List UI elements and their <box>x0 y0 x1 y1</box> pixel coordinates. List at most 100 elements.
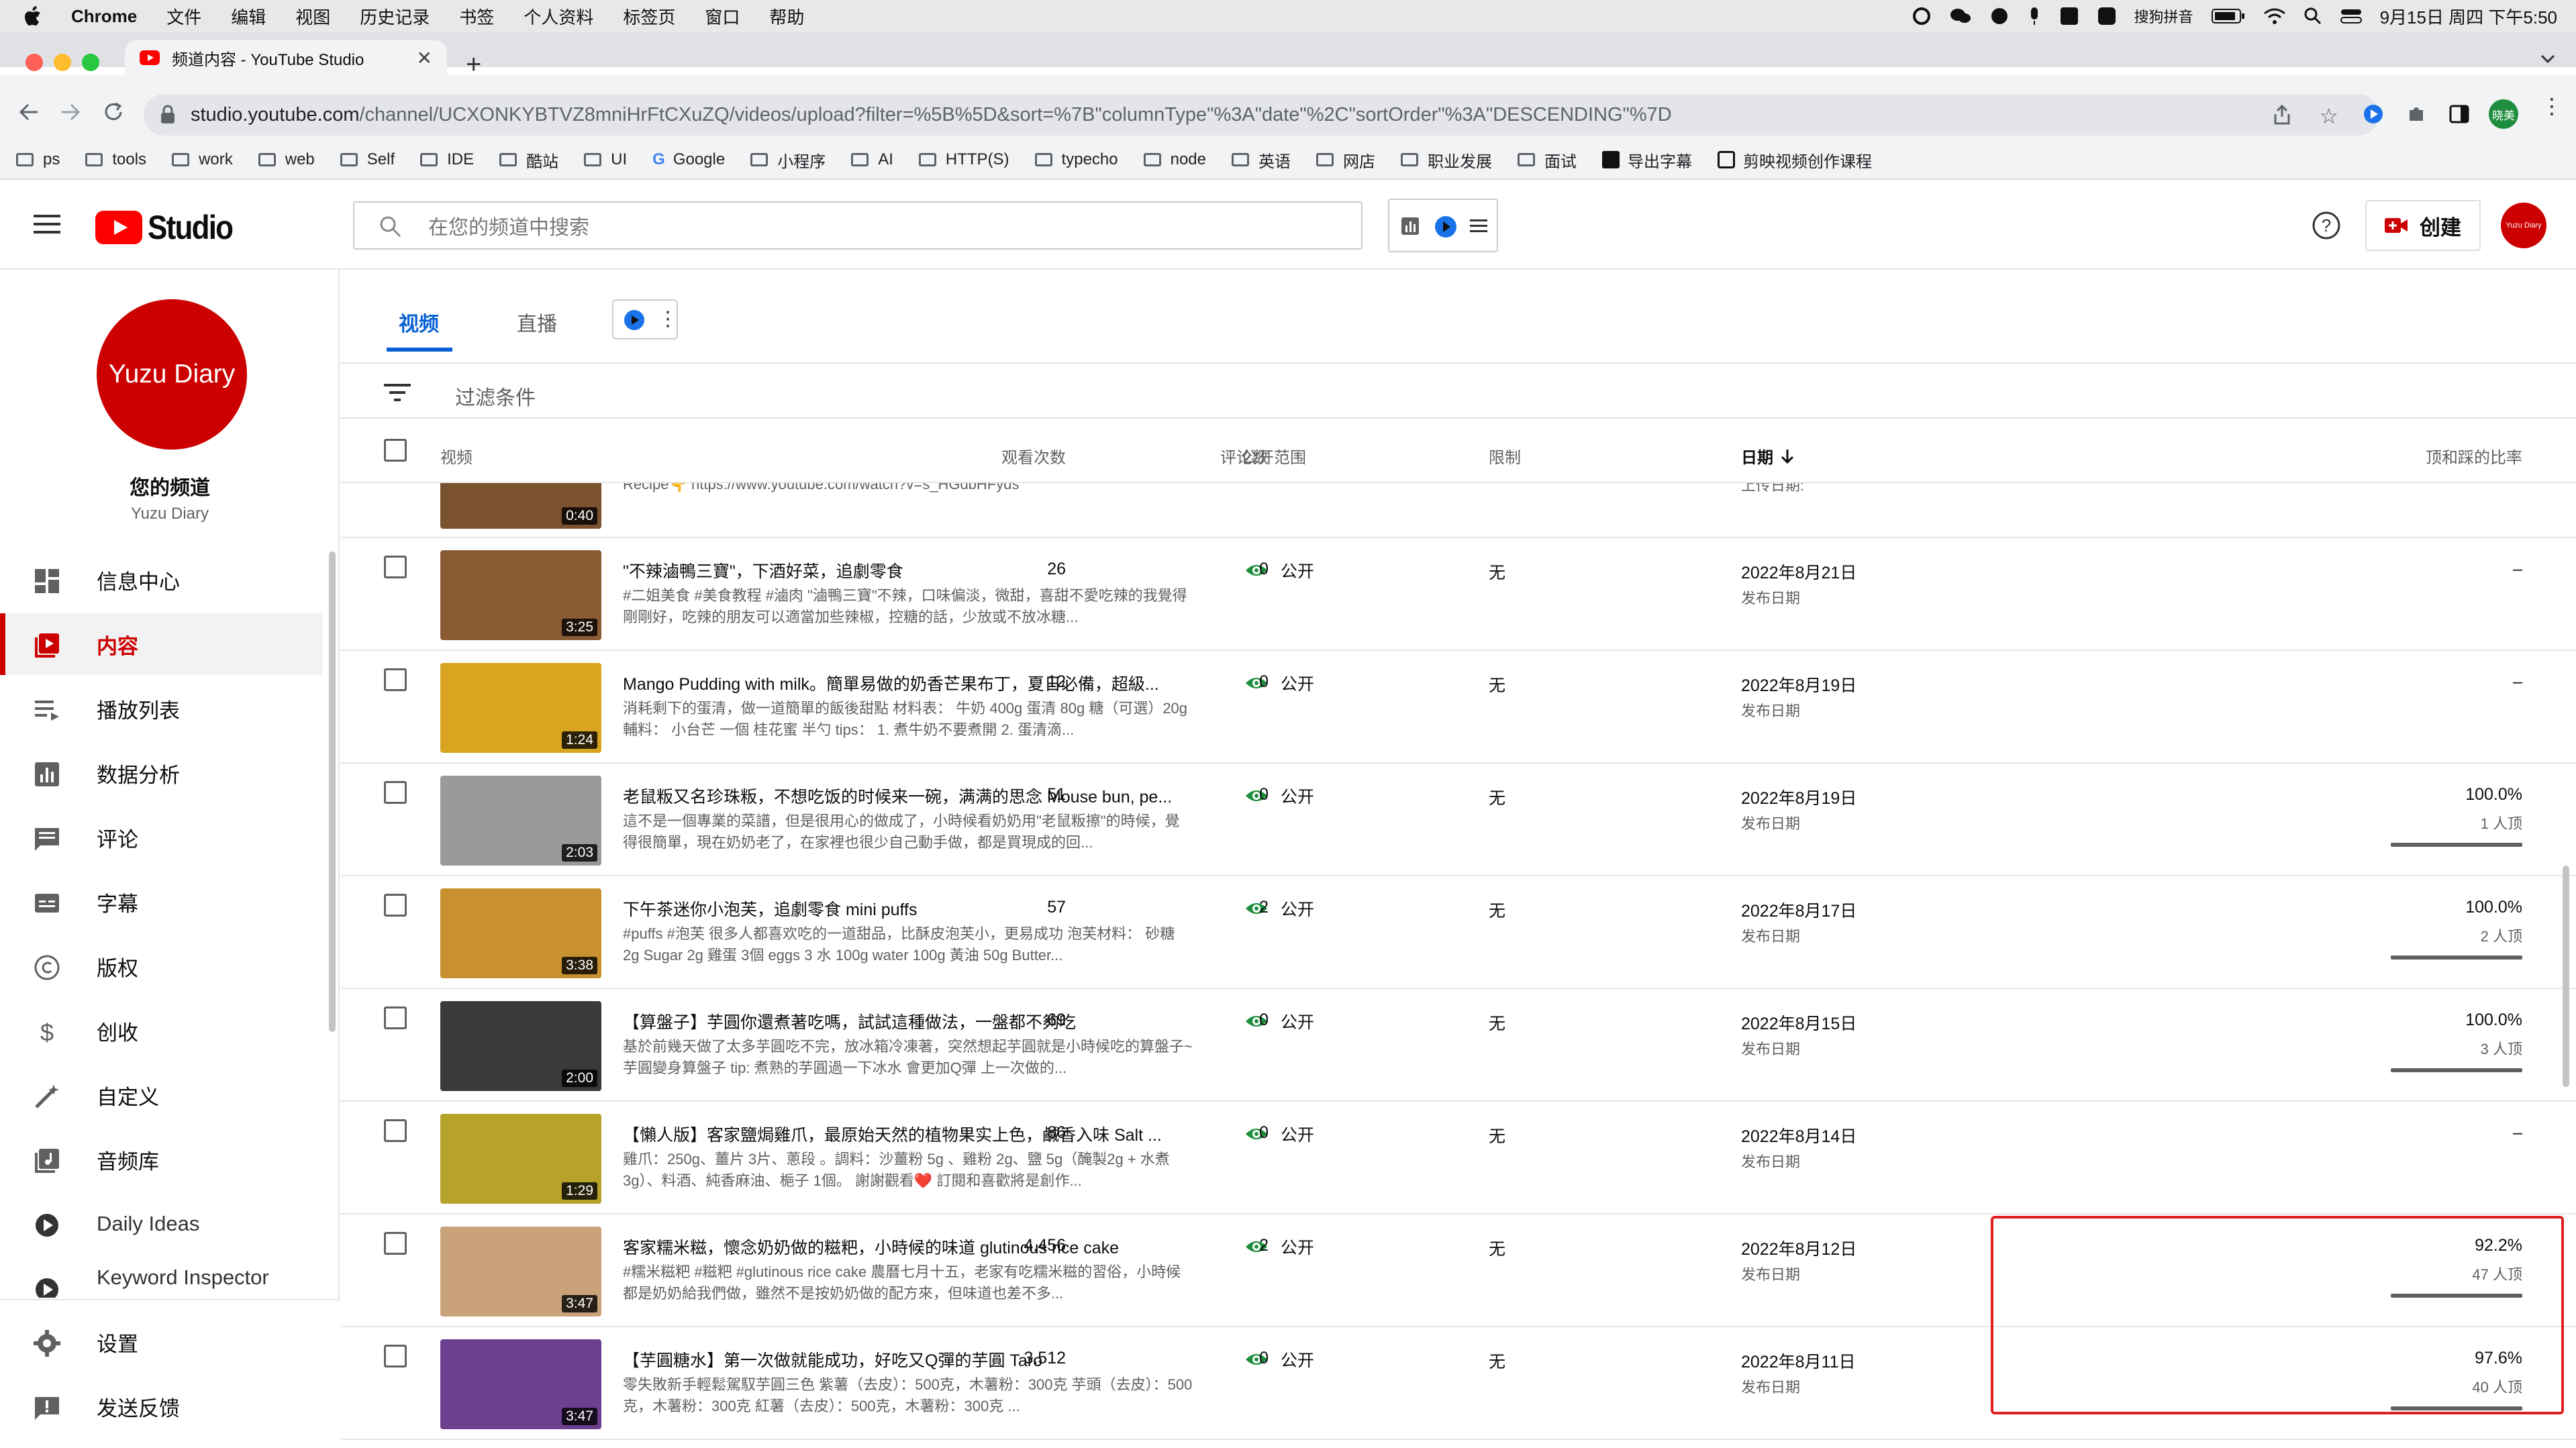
tab-close-icon[interactable]: ✕ <box>417 47 432 69</box>
table-row[interactable]: 2:00 【算盤子】芋圓你還煮著吃嗎，試試這種做法，一盤都不夠吃 基於前幾天做了太多… <box>341 989 2576 1102</box>
video-title[interactable]: 下午茶迷你小泡芙，追劇零食 mini puffs <box>623 896 1213 921</box>
bookmark-folder[interactable]: 网店 <box>1316 148 1375 172</box>
bookmark-folder[interactable]: node <box>1143 150 1206 169</box>
menubar-edit[interactable]: 编辑 <box>231 4 266 29</box>
row-checkbox[interactable] <box>384 668 407 691</box>
video-title[interactable]: 【芋圓糖水】第一次做就能成功，好吃又Q彈的芋圓 Taro <box>623 1347 1213 1372</box>
video-thumbnail[interactable]: 3:25 <box>440 550 601 640</box>
input-method-icon[interactable] <box>2059 6 2079 26</box>
row-checkbox[interactable] <box>384 781 407 804</box>
bookmark-link[interactable]: 剪映视频创作课程 <box>1718 148 1872 172</box>
column-header-likes-ratio[interactable]: 顶和踩的比率 <box>2426 444 2522 468</box>
channel-avatar[interactable]: Yuzu Diary <box>97 299 247 450</box>
visibility-cell[interactable]: 公开 <box>1244 1347 1314 1372</box>
row-checkbox[interactable] <box>384 556 407 578</box>
forward-icon[interactable] <box>59 101 82 123</box>
apple-icon[interactable] <box>24 6 42 26</box>
menubar-history[interactable]: 历史记录 <box>360 4 430 29</box>
studio-logo[interactable]: Studio <box>95 208 244 247</box>
bookmark-folder[interactable]: tools <box>85 150 146 169</box>
table-row[interactable]: 3:38 下午茶迷你小泡芙，追劇零食 mini puffs #puffs #泡芙 很… <box>341 876 2576 989</box>
control-center-icon[interactable] <box>2340 7 2363 25</box>
column-header-date[interactable]: 日期 <box>1741 444 1795 468</box>
status-app-icon[interactable] <box>1912 6 1932 26</box>
visibility-cell[interactable]: 公开 <box>1244 1235 1314 1259</box>
visibility-cell[interactable]: 公开 <box>1244 896 1314 921</box>
wechat-icon[interactable] <box>1949 6 1972 26</box>
select-all-checkbox[interactable] <box>384 439 407 462</box>
filter-bar[interactable]: 过滤条件 <box>341 362 2576 419</box>
row-checkbox[interactable] <box>384 1119 407 1142</box>
ime-name[interactable]: 搜狗拼音 <box>2134 5 2193 27</box>
extension-icon[interactable] <box>2363 103 2384 125</box>
ext-analytics-icon[interactable] <box>1400 216 1420 236</box>
account-avatar[interactable]: Yuzu Diary <box>2501 203 2546 248</box>
visibility-cell[interactable]: 公开 <box>1244 1122 1314 1146</box>
reload-icon[interactable] <box>102 101 125 123</box>
share-icon[interactable] <box>2273 105 2291 125</box>
bookmark-folder[interactable]: AI <box>851 150 893 169</box>
profile-avatar[interactable]: 晓美 <box>2489 99 2518 129</box>
bookmark-folder[interactable]: 小程序 <box>750 148 826 172</box>
filter-icon[interactable] <box>384 382 411 403</box>
battery-icon[interactable] <box>2211 7 2246 25</box>
bookmark-folder[interactable]: Self <box>340 150 395 169</box>
tab-extension-button[interactable]: ⋮ <box>612 299 678 340</box>
menubar-tabs[interactable]: 标签页 <box>623 4 675 29</box>
video-title[interactable]: 【算盤子】芋圓你還煮著吃嗎，試試這種做法，一盤都不夠吃 <box>623 1009 1213 1033</box>
video-thumbnail[interactable]: 3:38 <box>440 888 601 978</box>
side-panel-icon[interactable] <box>2448 103 2470 125</box>
wifi-icon[interactable] <box>2263 7 2286 25</box>
bookmark-folder[interactable]: 酷站 <box>499 148 558 172</box>
video-thumbnail[interactable]: 1:24 <box>440 663 601 753</box>
bookmark-folder[interactable]: ps <box>16 150 60 169</box>
ext-play-icon[interactable] <box>1434 215 1458 239</box>
browser-tab-active[interactable]: 频道内容 - YouTube Studio ✕ <box>125 40 447 75</box>
extensions-puzzle-icon[interactable] <box>2406 103 2427 125</box>
bookmark-folder[interactable]: 面试 <box>1518 148 1577 172</box>
table-row[interactable]: 2:03 老鼠粄又名珍珠粄，不想吃饭的时候来一碗，满满的思念 Mouse bun,… <box>341 764 2576 876</box>
address-bar[interactable]: studio.youtube.com/channel/UCXONKYBTVZ8m… <box>144 94 2379 136</box>
ext-menu-icon[interactable] <box>1470 219 1487 234</box>
column-header-restrictions[interactable]: 限制 <box>1489 444 1521 468</box>
row-checkbox[interactable] <box>384 1232 407 1255</box>
channel-search-input[interactable]: 在您的频道中搜索 <box>353 201 1363 250</box>
back-icon[interactable] <box>17 101 40 123</box>
browser-menu-icon[interactable]: ⋮ <box>2541 95 2563 117</box>
bookmark-folder[interactable]: 英语 <box>1232 148 1291 172</box>
column-header-views[interactable]: 观看次数 <box>1001 444 1066 468</box>
bookmark-star-icon[interactable]: ☆ <box>2319 103 2338 129</box>
microphone-icon[interactable] <box>2027 6 2042 26</box>
visibility-cell[interactable]: 公开 <box>1244 784 1314 808</box>
bookmark-folder[interactable]: web <box>258 150 315 169</box>
bookmark-folder[interactable]: work <box>172 150 233 169</box>
hamburger-menu-icon[interactable] <box>34 213 60 235</box>
bookmark-folder[interactable]: typecho <box>1034 150 1118 169</box>
video-title[interactable]: 老鼠粄又名珍珠粄，不想吃饭的时候来一碗，满满的思念 Mouse bun, pe.… <box>623 784 1213 808</box>
table-row[interactable]: 1:24 Mango Pudding with milk。簡單易做的奶香芒果布丁，… <box>341 651 2576 764</box>
menubar-view[interactable]: 视图 <box>295 4 330 29</box>
bookmark-link[interactable]: 导出字幕 <box>1602 148 1692 172</box>
emoji-icon[interactable] <box>1989 6 2010 26</box>
bookmark-folder[interactable]: 职业发展 <box>1401 148 1492 172</box>
spotlight-search-icon[interactable] <box>2303 7 2322 25</box>
tab-live[interactable]: 直播 <box>517 307 557 337</box>
video-thumbnail[interactable]: 3:47 <box>440 1227 601 1316</box>
menubar-bookmarks[interactable]: 书签 <box>459 4 494 29</box>
row-checkbox[interactable] <box>384 1006 407 1029</box>
tab-videos[interactable]: 视频 <box>399 307 439 337</box>
window-zoom-button[interactable] <box>82 54 99 71</box>
create-button[interactable]: 创建 <box>2365 200 2481 251</box>
column-header-comments[interactable]: 评论数 <box>1220 444 1269 468</box>
tab-search-icon[interactable] <box>2540 54 2556 64</box>
bookmark-folder[interactable]: UI <box>584 150 627 169</box>
help-icon[interactable]: ? <box>2312 211 2341 240</box>
row-checkbox[interactable] <box>384 894 407 917</box>
video-title[interactable]: "不辣滷鴨三寶"，下酒好菜，追劇零食 <box>623 558 1213 582</box>
visibility-cell[interactable]: 公开 <box>1244 558 1314 582</box>
menubar-app-name[interactable]: Chrome <box>71 6 137 27</box>
video-thumbnail[interactable]: 2:00 <box>440 1001 601 1091</box>
bookmark-link[interactable]: G Google <box>652 150 725 169</box>
table-row[interactable]: 1:29 【懶人版】客家鹽焗雞爪，最原始天然的植物果实上色，鹹香入味 Salt .… <box>341 1102 2576 1214</box>
bookmark-folder[interactable]: IDE <box>420 150 474 169</box>
